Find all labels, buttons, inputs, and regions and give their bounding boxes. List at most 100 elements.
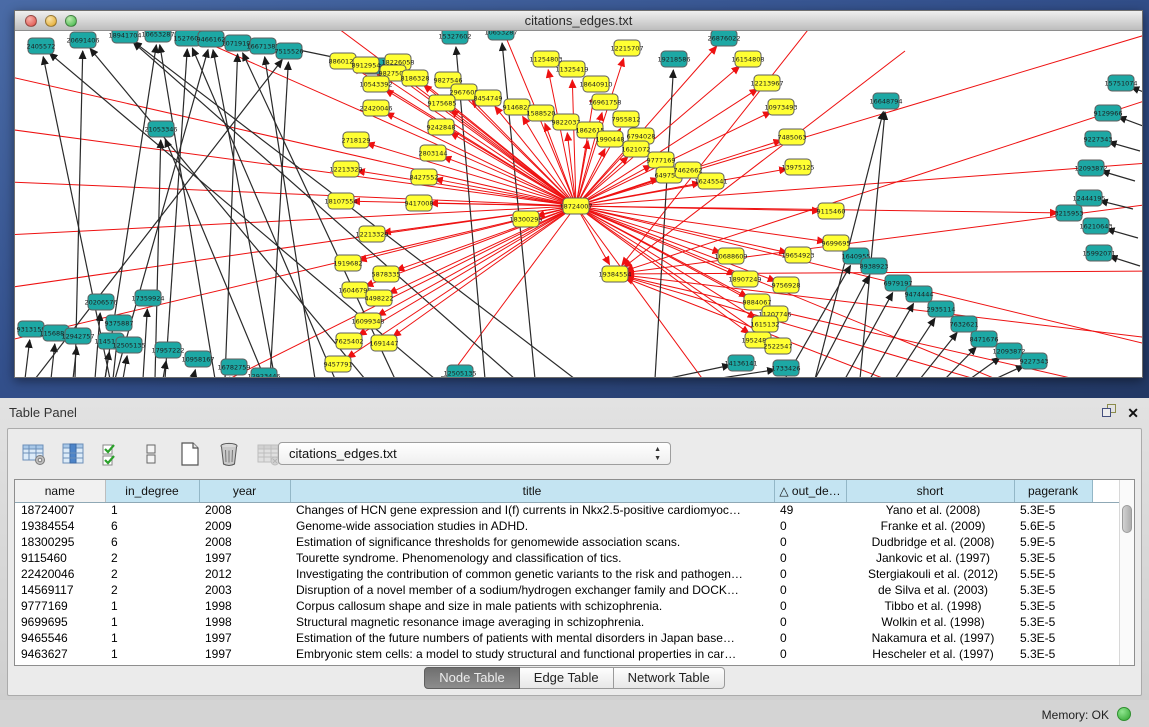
- table-cell[interactable]: 1997: [199, 550, 290, 566]
- table-cell[interactable]: 1: [105, 614, 199, 630]
- column-header[interactable]: year: [199, 480, 290, 502]
- table-cell[interactable]: 5.3E-5: [1014, 502, 1092, 518]
- table-cell[interactable]: Investigating the contribution of common…: [290, 566, 774, 582]
- table-cell[interactable]: [1092, 614, 1122, 630]
- table-cell[interactable]: 0: [774, 550, 846, 566]
- table-cell[interactable]: 5.6E-5: [1014, 518, 1092, 534]
- new-table-icon[interactable]: [176, 441, 203, 468]
- table-cell[interactable]: Disruption of a novel member of a sodium…: [290, 582, 774, 598]
- table-cell[interactable]: 2003: [199, 582, 290, 598]
- table-cell[interactable]: 1: [105, 598, 199, 614]
- column-header[interactable]: △ out_de…: [774, 480, 846, 502]
- table-settings-icon[interactable]: [20, 441, 47, 468]
- table-row[interactable]: 946554611997Estimation of the future num…: [15, 630, 1122, 646]
- table-row[interactable]: 1872400712008Changes of HCN gene express…: [15, 502, 1122, 518]
- delete-table-icon[interactable]: [215, 441, 242, 468]
- table-cell[interactable]: 19384554: [15, 518, 105, 534]
- table-cell[interactable]: Dudbridge et al. (2008): [846, 534, 1014, 550]
- table-cell[interactable]: Estimation of significance thresholds fo…: [290, 534, 774, 550]
- table-cell[interactable]: [1092, 550, 1122, 566]
- table-cell[interactable]: 5.3E-5: [1014, 614, 1092, 630]
- table-cell[interactable]: 0: [774, 630, 846, 646]
- show-columns-icon[interactable]: [59, 441, 86, 468]
- table-cell[interactable]: 2008: [199, 534, 290, 550]
- table-cell[interactable]: [1092, 518, 1122, 534]
- table-cell[interactable]: 5.9E-5: [1014, 534, 1092, 550]
- table-cell[interactable]: Stergiakouli et al. (2012): [846, 566, 1014, 582]
- table-cell[interactable]: 2: [105, 582, 199, 598]
- table-cell[interactable]: 9465546: [15, 630, 105, 646]
- table-cell[interactable]: 9463627: [15, 646, 105, 662]
- table-cell[interactable]: de Silva et al. (2003): [846, 582, 1014, 598]
- table-cell[interactable]: 2: [105, 550, 199, 566]
- table-cell[interactable]: 1: [105, 646, 199, 662]
- column-header[interactable]: in_degree: [105, 480, 199, 502]
- table-cell[interactable]: 0: [774, 614, 846, 630]
- table-cell[interactable]: 0: [774, 518, 846, 534]
- table-cell[interactable]: [1092, 582, 1122, 598]
- table-cell[interactable]: 49: [774, 502, 846, 518]
- table-cell[interactable]: Changes of HCN gene expression and I(f) …: [290, 502, 774, 518]
- table-cell[interactable]: Franke et al. (2009): [846, 518, 1014, 534]
- table-cell[interactable]: 5.3E-5: [1014, 646, 1092, 662]
- table-row[interactable]: 911546021997Tourette syndrome. Phenomeno…: [15, 550, 1122, 566]
- table-cell[interactable]: 1: [105, 630, 199, 646]
- table-cell[interactable]: 9699695: [15, 614, 105, 630]
- table-row[interactable]: 1830029562008Estimation of significance …: [15, 534, 1122, 550]
- table-cell[interactable]: Wolkin et al. (1998): [846, 614, 1014, 630]
- table-cell[interactable]: 5.3E-5: [1014, 630, 1092, 646]
- table-cell[interactable]: [1092, 598, 1122, 614]
- table-row[interactable]: 1456911722003Disruption of a novel membe…: [15, 582, 1122, 598]
- table-cell[interactable]: 6: [105, 534, 199, 550]
- table-cell[interactable]: 0: [774, 534, 846, 550]
- table-cell[interactable]: Nakamura et al. (1997): [846, 630, 1014, 646]
- close-panel-icon[interactable]: ✕: [1127, 405, 1139, 422]
- table-cell[interactable]: 6: [105, 518, 199, 534]
- column-header[interactable]: pagerank: [1014, 480, 1092, 502]
- table-cell[interactable]: 1: [105, 502, 199, 518]
- column-header[interactable]: [1092, 480, 1122, 502]
- memory-status-icon[interactable]: [1117, 707, 1131, 721]
- column-header[interactable]: short: [846, 480, 1014, 502]
- tab-edge-table[interactable]: Edge Table: [520, 667, 614, 689]
- table-cell[interactable]: 5.3E-5: [1014, 582, 1092, 598]
- network-canvas[interactable]: 2405572206914061894170410653287152760294…: [15, 31, 1142, 377]
- table-cell[interactable]: 9115460: [15, 550, 105, 566]
- tab-node-table[interactable]: Node Table: [424, 667, 520, 689]
- table-cell[interactable]: 0: [774, 598, 846, 614]
- table-cell[interactable]: 2008: [199, 502, 290, 518]
- select-all-icon[interactable]: [98, 441, 125, 468]
- table-row[interactable]: 969969511998Structural magnetic resonanc…: [15, 614, 1122, 630]
- table-cell[interactable]: 1998: [199, 598, 290, 614]
- table-cell[interactable]: 5.3E-5: [1014, 598, 1092, 614]
- network-table-select[interactable]: citations_edges.txt ▲▼: [278, 442, 671, 465]
- table-cell[interactable]: Structural magnetic resonance image aver…: [290, 614, 774, 630]
- table-cell[interactable]: Jankovic et al. (1997): [846, 550, 1014, 566]
- table-cell[interactable]: Embryonic stem cells: a model to study s…: [290, 646, 774, 662]
- table-cell[interactable]: 0: [774, 646, 846, 662]
- table-cell[interactable]: 1998: [199, 614, 290, 630]
- table-cell[interactable]: Tourette syndrome. Phenomenology and cla…: [290, 550, 774, 566]
- table-cell[interactable]: 22420046: [15, 566, 105, 582]
- table-cell[interactable]: Yano et al. (2008): [846, 502, 1014, 518]
- table-cell[interactable]: 5.3E-5: [1014, 550, 1092, 566]
- table-row[interactable]: 946362711997Embryonic stem cells: a mode…: [15, 646, 1122, 662]
- table-cell[interactable]: [1092, 646, 1122, 662]
- table-cell[interactable]: 18300295: [15, 534, 105, 550]
- table-cell[interactable]: 0: [774, 582, 846, 598]
- table-cell[interactable]: [1092, 566, 1122, 582]
- table-cell[interactable]: Genome-wide association studies in ADHD.: [290, 518, 774, 534]
- network-window-titlebar[interactable]: citations_edges.txt: [15, 11, 1142, 31]
- table-cell[interactable]: 1997: [199, 646, 290, 662]
- column-header[interactable]: title: [290, 480, 774, 502]
- table-header-row[interactable]: namein_degreeyeartitle△ out_de…shortpage…: [15, 480, 1122, 502]
- table-cell[interactable]: Tibbo et al. (1998): [846, 598, 1014, 614]
- table-cell[interactable]: 14569117: [15, 582, 105, 598]
- table-row[interactable]: 1938455462009Genome-wide association stu…: [15, 518, 1122, 534]
- tab-network-table[interactable]: Network Table: [614, 667, 725, 689]
- table-cell[interactable]: 9777169: [15, 598, 105, 614]
- node-table-grid[interactable]: namein_degreeyeartitle△ out_de…shortpage…: [15, 480, 1122, 662]
- table-cell[interactable]: 0: [774, 566, 846, 582]
- table-row[interactable]: 2242004622012Investigating the contribut…: [15, 566, 1122, 582]
- float-window-icon[interactable]: [1102, 404, 1117, 422]
